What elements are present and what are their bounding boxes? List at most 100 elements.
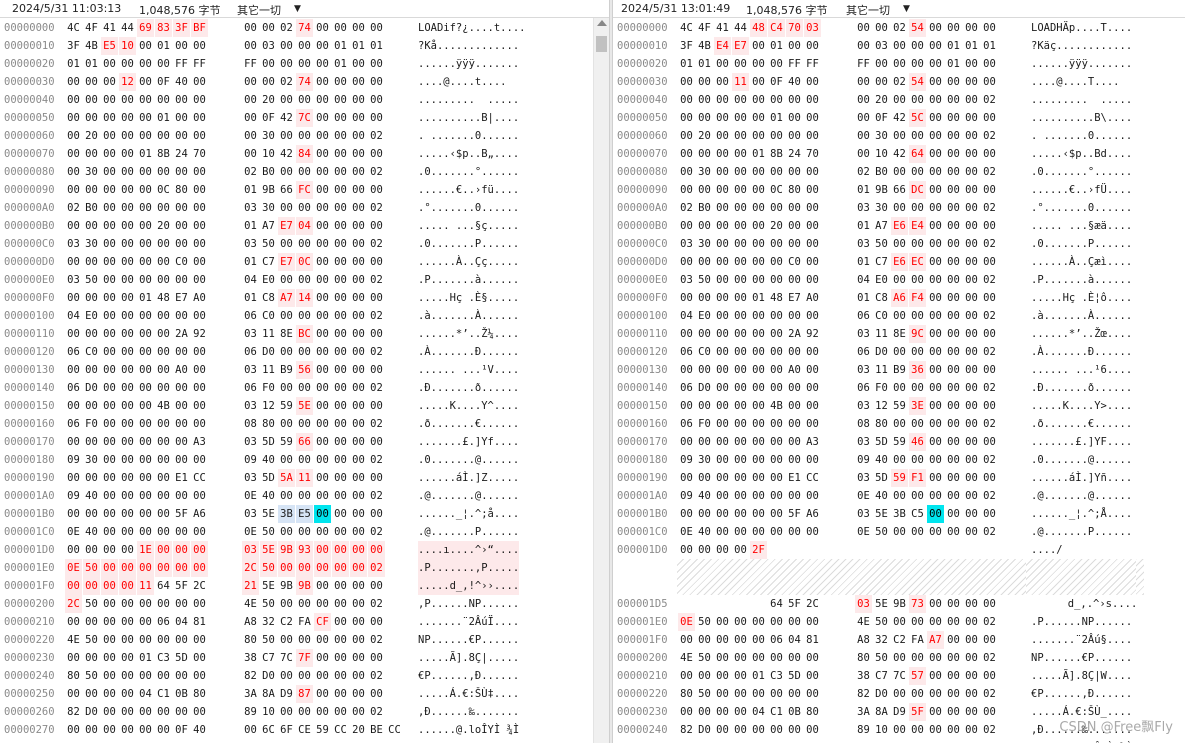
hex-byte[interactable]: 00 xyxy=(350,91,367,109)
hex-row[interactable]: 00000220 80 50 00 00 00 00 00 00 82 D0 00 00 00 00 00 02… xyxy=(613,685,1185,703)
hex-byte[interactable]: 04 xyxy=(242,271,259,289)
hex-byte[interactable]: 00 xyxy=(804,487,821,505)
hex-byte[interactable]: 80 xyxy=(855,649,872,667)
hex-byte[interactable]: 50 xyxy=(260,559,277,577)
hex-byte[interactable]: E1 xyxy=(173,469,190,487)
hex-byte[interactable]: 00 xyxy=(296,55,313,73)
hex-byte[interactable]: 00 xyxy=(927,271,944,289)
hex-byte[interactable]: 84 xyxy=(296,145,313,163)
hex-byte[interactable]: 00 xyxy=(101,217,118,235)
hex-byte[interactable]: 54 xyxy=(909,73,926,91)
left-scrollbar-thumb[interactable] xyxy=(596,36,607,52)
hex-byte[interactable]: 00 xyxy=(768,613,785,631)
ascii-text[interactable]: ......À..Çæì.... xyxy=(1031,253,1132,271)
hex-byte[interactable]: 00 xyxy=(101,127,118,145)
hex-byte[interactable]: 00 xyxy=(945,109,962,127)
hex-byte[interactable]: 03 xyxy=(242,505,259,523)
hex-byte[interactable]: 00 xyxy=(332,271,349,289)
hex-byte[interactable]: 00 xyxy=(732,487,749,505)
hex-byte[interactable]: 32 xyxy=(260,613,277,631)
hex-byte[interactable]: 0B xyxy=(786,703,803,721)
hex-byte[interactable]: 00 xyxy=(945,235,962,253)
hex-byte[interactable]: 00 xyxy=(155,271,172,289)
hex-byte[interactable]: 00 xyxy=(137,721,154,739)
hex-byte[interactable]: 00 xyxy=(750,55,767,73)
hex-byte[interactable]: 00 xyxy=(191,109,208,127)
hex-byte[interactable]: 00 xyxy=(368,469,385,487)
hex-byte[interactable]: 00 xyxy=(732,541,749,559)
ascii-text[interactable]: .°.......0...... xyxy=(418,199,519,217)
hex-byte[interactable]: 00 xyxy=(732,721,749,739)
hex-byte[interactable]: 00 xyxy=(696,433,713,451)
hex-byte[interactable]: 00 xyxy=(101,181,118,199)
hex-byte[interactable]: 00 xyxy=(119,163,136,181)
hex-byte[interactable]: 00 xyxy=(963,271,980,289)
hex-byte[interactable]: 00 xyxy=(350,577,367,595)
hex-byte[interactable]: 00 xyxy=(296,199,313,217)
hex-byte[interactable]: 74 xyxy=(296,19,313,37)
hex-byte[interactable]: 5F xyxy=(786,595,803,613)
hex-row[interactable]: 00000080 00 30 00 00 00 00 00 00 02 B0 00 00 00 00 00 02… xyxy=(0,163,609,181)
hex-byte[interactable]: 00 xyxy=(750,361,767,379)
hex-byte[interactable]: 00 xyxy=(296,703,313,721)
hex-byte[interactable]: 00 xyxy=(173,523,190,541)
hex-byte[interactable]: 03 xyxy=(242,325,259,343)
hex-byte[interactable]: 00 xyxy=(750,307,767,325)
hex-byte[interactable]: 00 xyxy=(678,667,695,685)
hex-byte[interactable]: 9B xyxy=(873,181,890,199)
hex-byte[interactable]: 00 xyxy=(101,649,118,667)
hex-byte[interactable]: 00 xyxy=(927,145,944,163)
hex-byte[interactable]: 00 xyxy=(963,397,980,415)
hex-byte[interactable]: 09 xyxy=(678,487,695,505)
hex-byte[interactable]: 6F xyxy=(891,739,908,743)
hex-byte[interactable]: 3B xyxy=(278,505,295,523)
hex-row[interactable]: 00000000 4C 4F 41 44 69 83 3F BF 00 00 02 74 00 00 00 00… xyxy=(0,19,609,37)
hex-byte[interactable]: 00 xyxy=(678,703,695,721)
hex-byte[interactable]: 00 xyxy=(786,451,803,469)
hex-byte[interactable]: 00 xyxy=(101,595,118,613)
hex-byte[interactable]: 00 xyxy=(191,343,208,361)
hex-byte[interactable]: 00 xyxy=(278,163,295,181)
hex-byte[interactable]: 00 xyxy=(137,127,154,145)
hex-byte[interactable]: 04 xyxy=(296,217,313,235)
hex-byte[interactable]: 00 xyxy=(732,667,749,685)
hex-byte[interactable]: 00 xyxy=(83,649,100,667)
hex-byte[interactable]: 00 xyxy=(137,271,154,289)
hex-byte[interactable]: 00 xyxy=(101,289,118,307)
hex-byte[interactable]: 00 xyxy=(314,343,331,361)
hex-byte[interactable]: 00 xyxy=(173,559,190,577)
hex-byte[interactable]: 00 xyxy=(137,379,154,397)
hex-byte[interactable]: 00 xyxy=(101,487,118,505)
hex-byte[interactable]: 00 xyxy=(83,361,100,379)
hex-byte[interactable]: 00 xyxy=(101,253,118,271)
hex-row[interactable]: 00000210 00 00 00 00 01 C3 5D 00 38 C7 7C 57 00 00 00 00… xyxy=(613,667,1185,685)
hex-byte[interactable]: 00 xyxy=(350,253,367,271)
hex-byte[interactable]: 00 xyxy=(981,19,998,37)
hex-byte[interactable]: 00 xyxy=(368,505,385,523)
left-scrollbar[interactable] xyxy=(593,18,609,743)
hex-byte[interactable]: 00 xyxy=(314,505,331,523)
hex-row[interactable]: 00000150 00 00 00 00 00 4B 00 00 03 12 59 3E 00 00 00 00… xyxy=(613,397,1185,415)
hex-byte[interactable]: 80 xyxy=(260,415,277,433)
hex-row[interactable]: 000001A0 09 40 00 00 00 00 00 00 0E 40 00 00 00 00 00 02… xyxy=(0,487,609,505)
hex-byte[interactable]: 00 xyxy=(945,325,962,343)
hex-byte[interactable]: 50 xyxy=(260,595,277,613)
hex-byte[interactable]: 00 xyxy=(191,271,208,289)
hex-byte[interactable]: 00 xyxy=(173,91,190,109)
hex-byte[interactable]: 00 xyxy=(927,343,944,361)
hex-byte[interactable]: 0F xyxy=(873,109,890,127)
hex-byte[interactable]: 00 xyxy=(945,199,962,217)
hex-byte[interactable]: 00 xyxy=(804,415,821,433)
hex-byte[interactable]: 00 xyxy=(945,19,962,37)
ascii-text[interactable]: .@.......P...... xyxy=(418,523,519,541)
hex-byte[interactable]: 00 xyxy=(119,199,136,217)
hex-byte[interactable]: 4E xyxy=(65,631,82,649)
hex-byte[interactable]: 00 xyxy=(981,361,998,379)
hex-byte[interactable]: 00 xyxy=(155,253,172,271)
hex-byte[interactable]: C4 xyxy=(768,19,785,37)
hex-byte[interactable]: 00 xyxy=(945,343,962,361)
hex-byte[interactable]: 00 xyxy=(786,433,803,451)
hex-byte[interactable]: 00 xyxy=(804,667,821,685)
ascii-text[interactable]: .@.......@...... xyxy=(1031,487,1132,505)
hex-byte[interactable]: 00 xyxy=(191,523,208,541)
